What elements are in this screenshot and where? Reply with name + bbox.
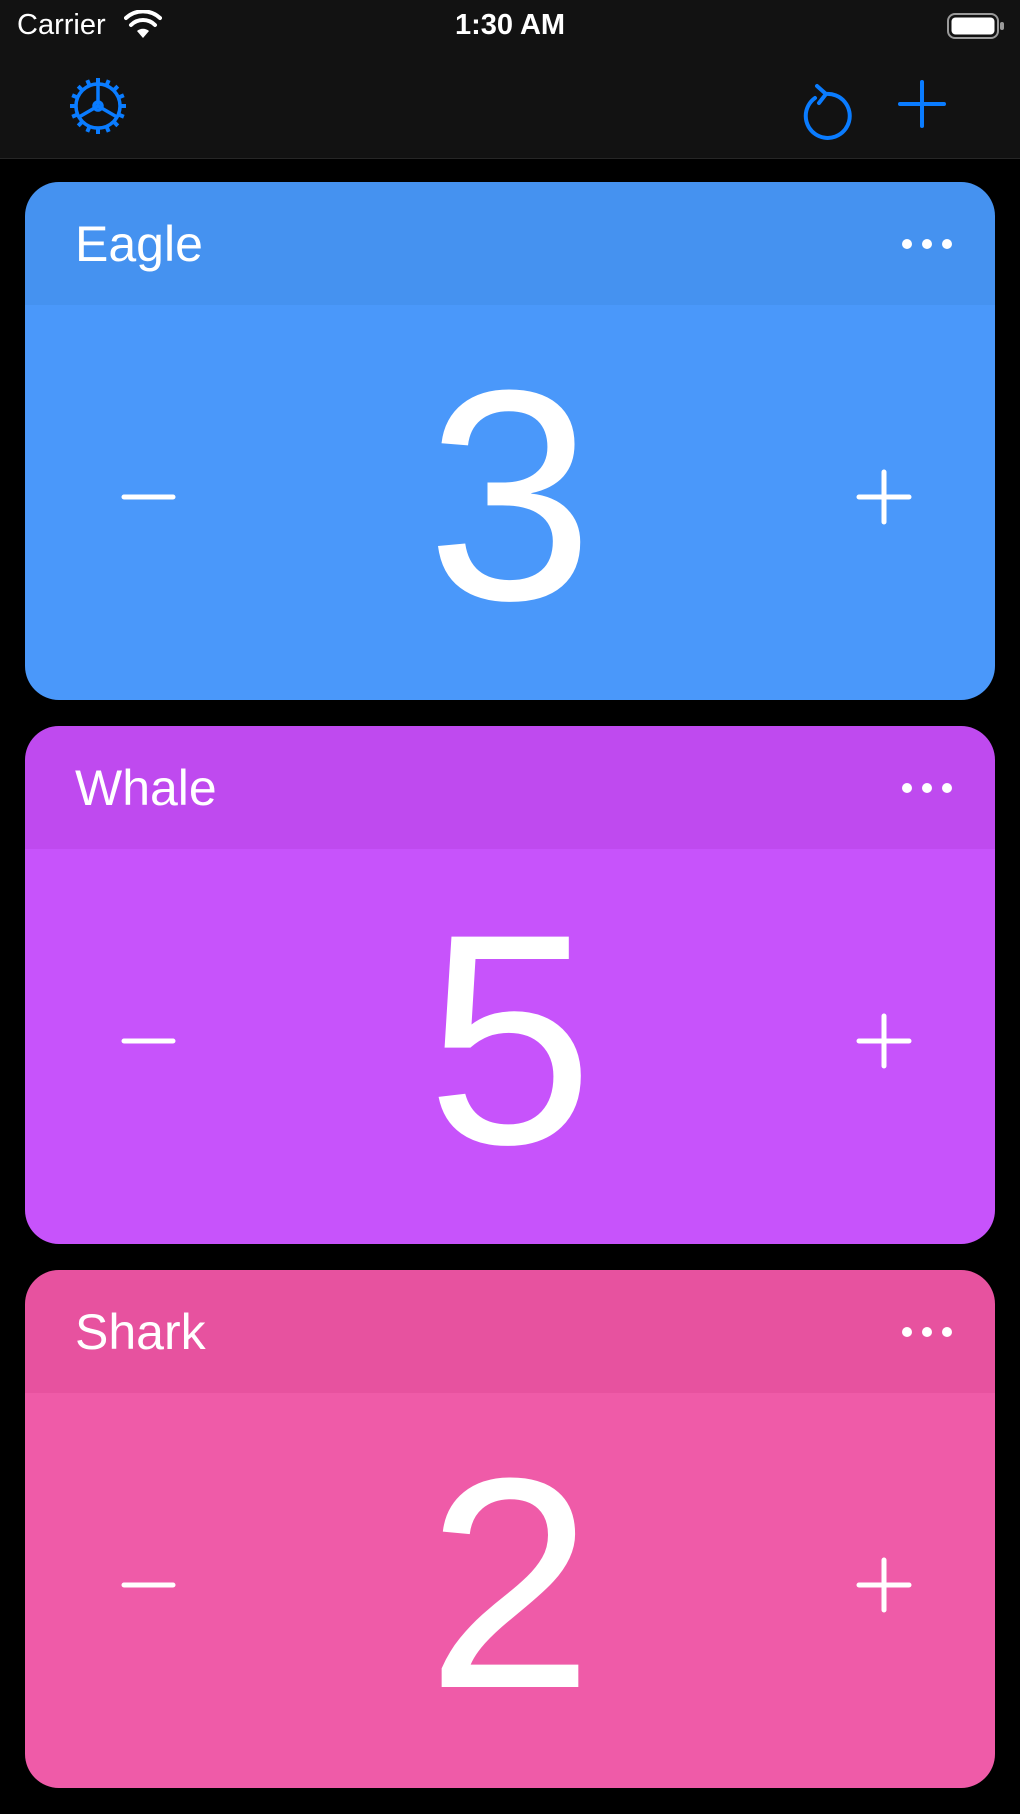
counter-card-body: 5 bbox=[25, 849, 995, 1244]
counter-value: 5 bbox=[426, 871, 594, 1207]
battery-icon bbox=[947, 13, 1004, 39]
status-bar: Carrier 1:30 AM bbox=[0, 0, 1020, 52]
counter-card-header: Shark bbox=[25, 1270, 995, 1393]
counter-list: Eagle 3 Whale 5 Shark 2 bbox=[25, 182, 995, 1814]
counter-card-shark: Shark 2 bbox=[25, 1270, 995, 1788]
plus-icon[interactable] bbox=[842, 1543, 926, 1627]
status-time: 1:30 AM bbox=[454, 9, 566, 41]
minus-icon[interactable] bbox=[111, 1553, 191, 1617]
counter-card-header: Eagle bbox=[25, 182, 995, 305]
reset-icon[interactable] bbox=[795, 74, 857, 140]
ellipsis-icon[interactable] bbox=[897, 222, 957, 266]
counter-card-body: 2 bbox=[25, 1393, 995, 1788]
counter-value: 2 bbox=[426, 1415, 594, 1751]
counter-card-whale: Whale 5 bbox=[25, 726, 995, 1244]
ellipsis-icon[interactable] bbox=[897, 766, 957, 810]
ellipsis-icon[interactable] bbox=[897, 1310, 957, 1354]
counter-card-header: Whale bbox=[25, 726, 995, 849]
counter-name[interactable]: Eagle bbox=[75, 213, 203, 275]
counter-name[interactable]: Whale bbox=[75, 757, 217, 819]
minus-icon[interactable] bbox=[111, 465, 191, 529]
settings-gear-icon[interactable] bbox=[66, 74, 130, 138]
counter-name[interactable]: Shark bbox=[75, 1301, 206, 1363]
minus-icon[interactable] bbox=[111, 1009, 191, 1073]
counter-value: 3 bbox=[426, 327, 594, 663]
plus-icon[interactable] bbox=[842, 999, 926, 1083]
plus-icon[interactable] bbox=[842, 455, 926, 539]
counter-card-body: 3 bbox=[25, 305, 995, 700]
counter-card-eagle: Eagle 3 bbox=[25, 182, 995, 700]
add-icon[interactable] bbox=[896, 78, 948, 130]
navigation-bar bbox=[0, 52, 1020, 159]
